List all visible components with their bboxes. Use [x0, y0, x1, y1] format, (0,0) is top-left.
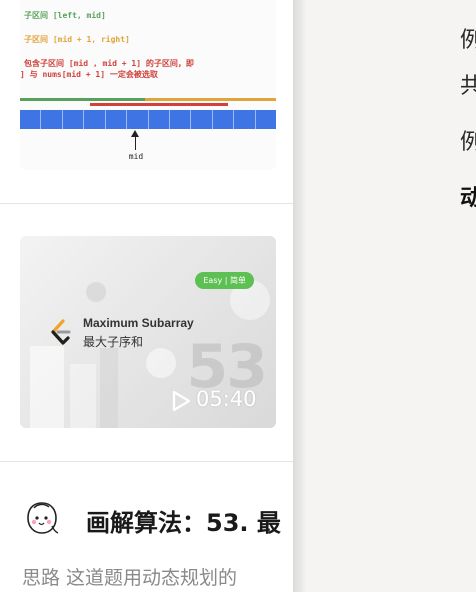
bg-circle [86, 282, 106, 302]
leetcode-logo-icon [51, 319, 71, 345]
diagram-cross-range-label: 包含子区间 [mid , mid + 1] 的子区间，即 [24, 59, 194, 68]
diagram-left-range-label: 子区间 [left, mid] [24, 11, 106, 20]
problem-description-panel[interactable]: 例 共 例 动 [293, 0, 476, 592]
algorithm-diagram-image[interactable]: 子区间 [left, mid] 子区间 [mid + 1, right] 包含子… [20, 0, 276, 170]
video-title-english: Maximum Subarray [83, 316, 194, 330]
array-cell [234, 110, 256, 129]
description-text-line: 例 [460, 130, 476, 155]
array-cell [212, 110, 235, 129]
bg-block [70, 364, 96, 428]
difficulty-badge: Easy | 简单 [195, 272, 254, 289]
left-range-bar [20, 98, 145, 101]
video-title-chinese: 最大子序和 [83, 335, 144, 349]
right-range-bar [145, 98, 276, 101]
cross-range-bar [90, 103, 228, 106]
article-snippet: 思路 这道题用动态规划的 [22, 567, 238, 589]
description-heading: 动 [460, 186, 476, 211]
list-divider [0, 203, 293, 204]
array-cell [191, 110, 213, 129]
arrow-shaft [135, 134, 136, 150]
array-cell [169, 110, 192, 129]
array-cell [127, 110, 149, 129]
solutions-list-panel[interactable]: 子区间 [left, mid] 子区间 [mid + 1, right] 包含子… [0, 0, 293, 592]
list-divider [0, 461, 293, 462]
description-text-line: 共 [460, 74, 476, 99]
array-cell [255, 110, 276, 129]
array-cell [62, 110, 85, 129]
play-icon[interactable] [171, 390, 191, 412]
array-cells [20, 110, 276, 129]
array-cell [41, 110, 63, 129]
panel-edge-shadow [293, 0, 307, 592]
mid-pointer-label: mid [128, 152, 144, 161]
bg-block [100, 348, 118, 428]
array-cell [148, 110, 170, 129]
diagram-right-range-label: 子区间 [mid + 1, right] [24, 35, 130, 44]
array-cell [105, 110, 128, 129]
video-thumbnail[interactable]: 53 Easy | 简单 Maximum Subarray 最大子序和 05:4… [20, 236, 276, 428]
avatar-face-icon[interactable] [24, 500, 60, 536]
video-duration: 05:40 [196, 387, 257, 411]
bg-block [30, 346, 64, 428]
bg-circle [146, 348, 176, 378]
array-cell [84, 110, 106, 129]
array-cell [20, 110, 42, 129]
article-title[interactable]: 画解算法：53. 最 [86, 503, 281, 538]
description-text-line: 例 [460, 28, 476, 53]
diagram-cross-range-label-2: ] 与 nums[mid + 1] 一定会被选取 [20, 70, 158, 79]
